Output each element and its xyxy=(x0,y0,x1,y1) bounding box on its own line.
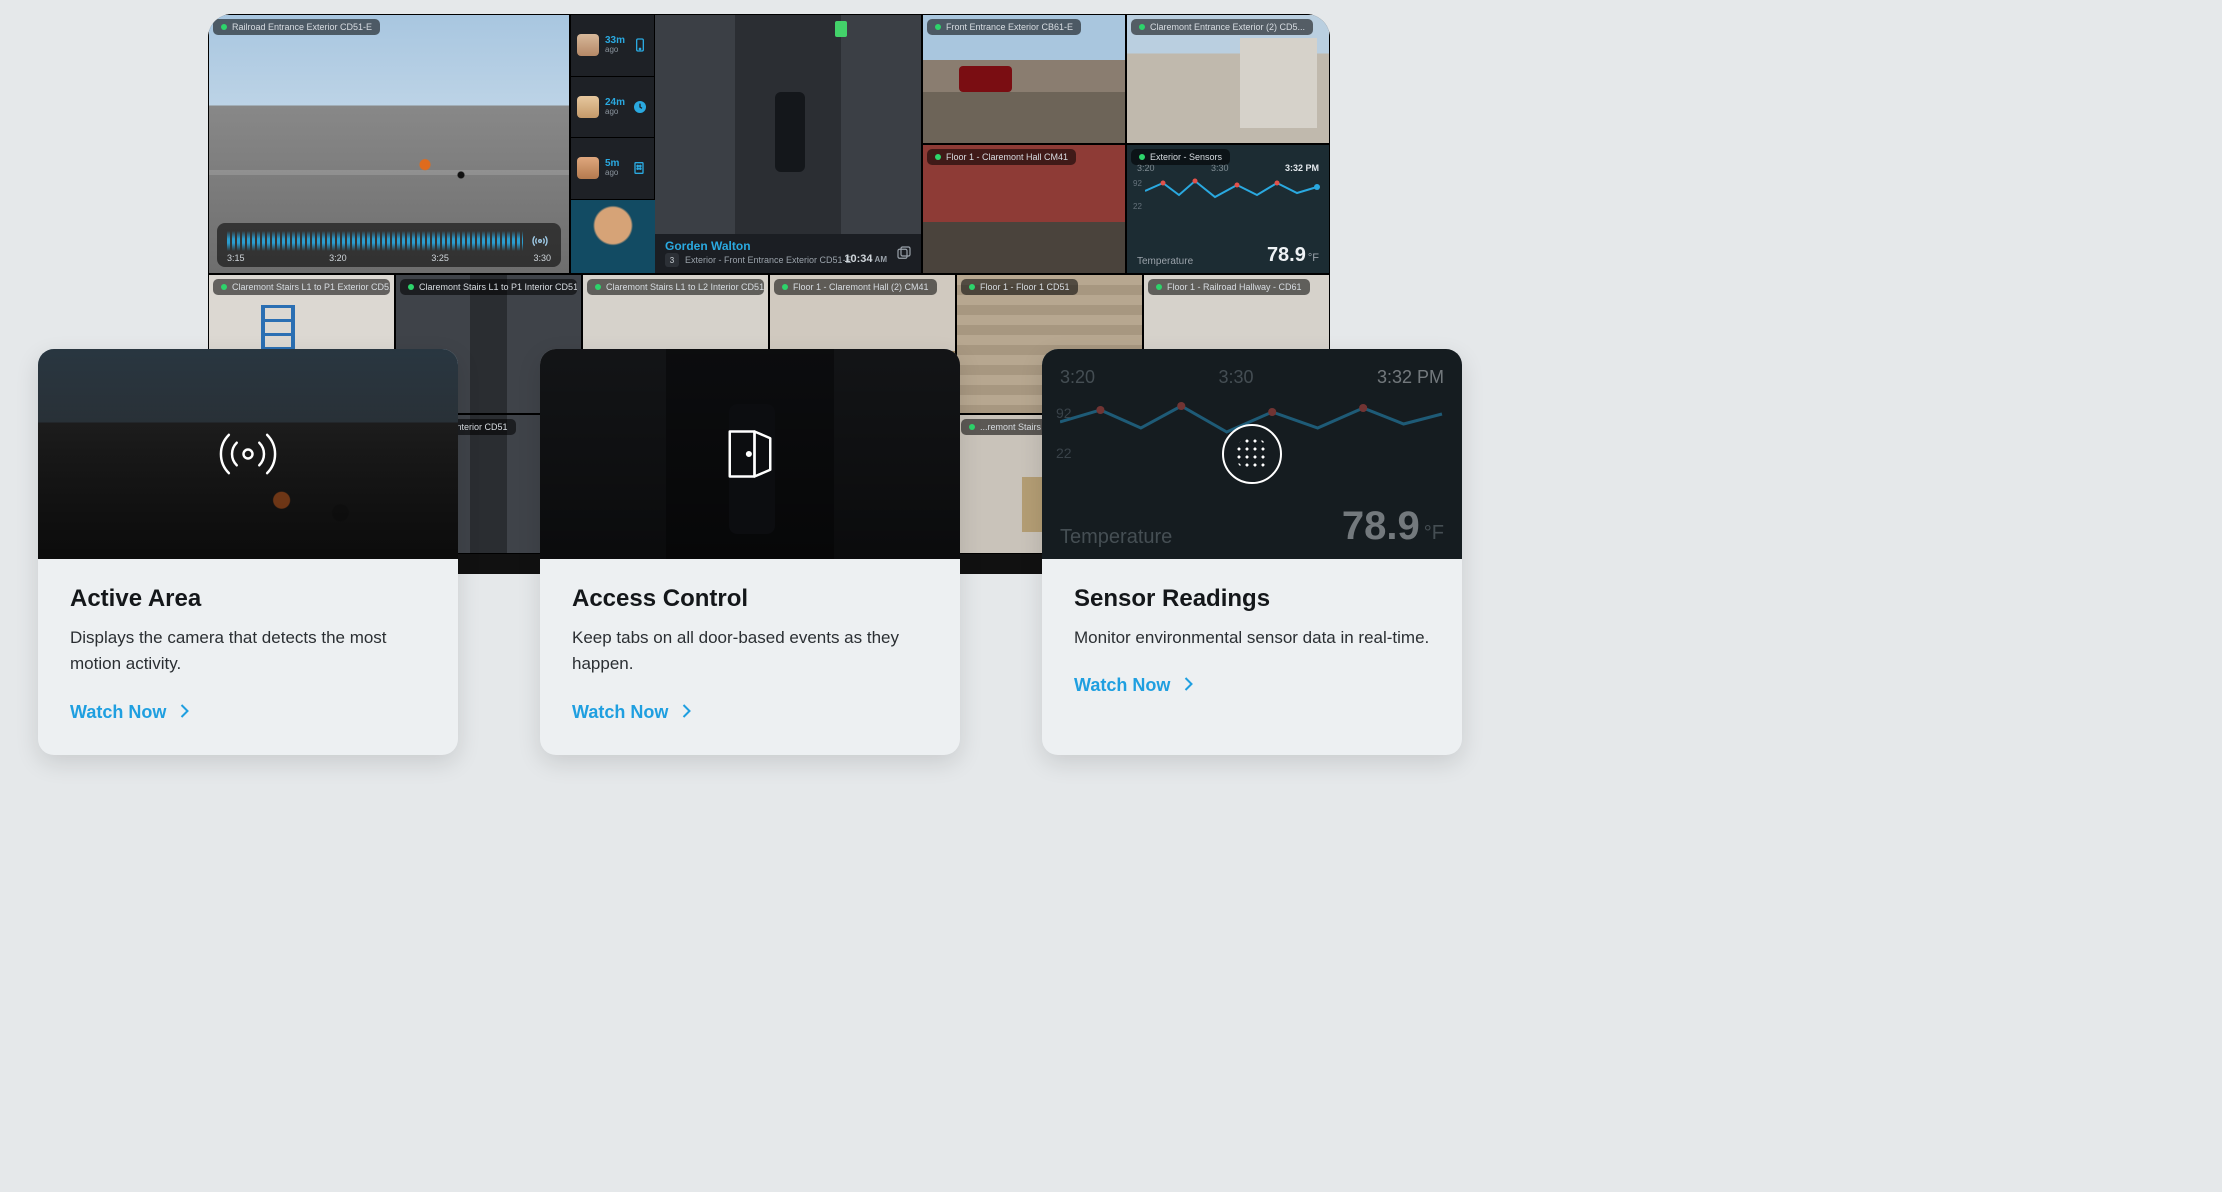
camera-tile-claremont-hall[interactable]: Floor 1 - Claremont Hall CM41 xyxy=(922,144,1126,274)
clock-icon xyxy=(631,98,648,116)
exit-sign-icon xyxy=(835,21,847,37)
camera-label: Floor 1 - Floor 1 CD51 xyxy=(961,279,1078,295)
feature-desc: Monitor environmental sensor data in rea… xyxy=(1074,625,1430,651)
audio-waveform xyxy=(227,231,523,251)
status-dot-icon xyxy=(935,24,941,30)
sensor-metric-label: Temperature xyxy=(1137,256,1193,267)
camera-label-text: Claremont Entrance Exterior (2) CD5... xyxy=(1150,22,1305,32)
sensor-label: Exterior - Sensors xyxy=(1131,149,1230,165)
door-open-icon xyxy=(714,418,786,490)
feature-title: Sensor Readings xyxy=(1074,585,1430,613)
phone-icon xyxy=(631,36,648,54)
avatar xyxy=(577,157,599,179)
camera-label: Claremont Stairs L1 to P1 Interior CD51 xyxy=(400,279,577,295)
access-feed-tile[interactable]: 33m ago 24m ago xyxy=(570,14,922,274)
status-dot-icon xyxy=(782,284,788,290)
camera-label: Floor 1 - Claremont Hall CM41 xyxy=(927,149,1076,165)
watch-now-link[interactable]: Watch Now xyxy=(70,702,189,723)
camera-label-text: Floor 1 - Claremont Hall CM41 xyxy=(946,152,1068,162)
access-count-badge: 3 xyxy=(665,253,679,267)
camera-label-text: Floor 1 - Floor 1 CD51 xyxy=(980,282,1070,292)
feature-hero: 3:20 3:30 3:32 PM 92 22 Temperature 78.9 xyxy=(1042,349,1462,559)
camera-label: Claremont Stairs L1 to P1 Exterior CD51 xyxy=(213,279,390,295)
camera-label: Floor 1 - Railroad Hallway - CD61 xyxy=(1148,279,1310,295)
access-location: Exterior - Front Entrance Exterior CD51-… xyxy=(685,255,852,265)
status-dot-icon xyxy=(1139,24,1145,30)
access-events-list: 33m ago 24m ago xyxy=(571,15,655,273)
status-dot-icon xyxy=(1139,154,1145,160)
broadcast-icon xyxy=(212,418,284,490)
feature-hero xyxy=(38,349,458,559)
camera-label-text: Claremont Stairs L1 to L2 Interior CD51 xyxy=(606,282,764,292)
camera-label: Claremont Entrance Exterior (2) CD5... xyxy=(1131,19,1313,35)
watch-now-link[interactable]: Watch Now xyxy=(572,702,691,723)
feature-card-sensor-readings: 3:20 3:30 3:32 PM 92 22 Temperature 78.9 xyxy=(1042,349,1462,755)
camera-tile-railroad-entrance[interactable]: Railroad Entrance Exterior CD51-E 3:15 3… xyxy=(208,14,570,274)
feature-cards-row: Active Area Displays the camera that det… xyxy=(38,349,1462,755)
sensor-value: 78.9 xyxy=(1267,244,1306,266)
cards-icon[interactable] xyxy=(895,244,913,267)
avatar xyxy=(577,96,599,118)
status-dot-icon xyxy=(408,284,414,290)
feature-card-access-control: Access Control Keep tabs on all door-bas… xyxy=(540,349,960,755)
watch-now-label: Watch Now xyxy=(572,702,668,723)
camera-label-text: Floor 1 - Railroad Hallway - CD61 xyxy=(1167,282,1302,292)
sensor-label-text: Exterior - Sensors xyxy=(1150,152,1222,162)
feature-hero xyxy=(540,349,960,559)
camera-label: Front Entrance Exterior CB61-E xyxy=(927,19,1081,35)
camera-label: Claremont Stairs L1 to L2 Interior CD51 xyxy=(587,279,764,295)
event-ago: ago xyxy=(605,108,625,116)
access-event[interactable]: 24m ago xyxy=(571,77,654,139)
sensor-widget-exterior[interactable]: Exterior - Sensors 3:20 3:30 3:32 PM 92 … xyxy=(1126,144,1330,274)
sensor-unit: °F xyxy=(1308,252,1319,264)
camera-tile-claremont-entrance[interactable]: Claremont Entrance Exterior (2) CD5... xyxy=(1126,14,1330,144)
camera-label: Floor 1 - Claremont Hall (2) CM41 xyxy=(774,279,937,295)
status-dot-icon xyxy=(1156,284,1162,290)
feature-desc: Displays the camera that detects the mos… xyxy=(70,625,426,678)
access-event-time: 10:34AM xyxy=(844,253,887,265)
access-event[interactable]: 5m ago xyxy=(571,138,654,200)
access-person-name: Gorden Walton xyxy=(665,239,911,253)
feature-title: Access Control xyxy=(572,585,928,613)
chevron-right-icon xyxy=(180,702,189,723)
timeline-scrubber[interactable]: 3:15 3:20 3:25 3:30 xyxy=(217,223,561,267)
camera-label-text: Front Entrance Exterior CB61-E xyxy=(946,22,1073,32)
camera-tile-front-entrance[interactable]: Front Entrance Exterior CB61-E xyxy=(922,14,1126,144)
access-person-portrait xyxy=(571,200,655,274)
status-dot-icon xyxy=(595,284,601,290)
keypad-icon xyxy=(630,159,648,177)
status-dot-icon xyxy=(221,24,227,30)
feature-desc: Keep tabs on all door-based events as th… xyxy=(572,625,928,678)
event-ago: ago xyxy=(605,46,625,54)
camera-label: Railroad Entrance Exterior CD51-E xyxy=(213,19,380,35)
event-ago: ago xyxy=(605,169,619,177)
status-dot-icon xyxy=(969,284,975,290)
watch-now-link[interactable]: Watch Now xyxy=(1074,675,1193,696)
watch-now-label: Watch Now xyxy=(1074,675,1170,696)
sensor-icon xyxy=(1222,424,1282,484)
watch-now-label: Watch Now xyxy=(70,702,166,723)
feature-title: Active Area xyxy=(70,585,426,613)
status-dot-icon xyxy=(221,284,227,290)
camera-label-text: Claremont Stairs L1 to P1 Exterior CD51 xyxy=(232,282,390,292)
access-event-detail: Gorden Walton 3 Exterior - Front Entranc… xyxy=(655,234,921,273)
sensor-sparkline xyxy=(1145,173,1321,213)
chevron-right-icon xyxy=(682,702,691,723)
status-dot-icon xyxy=(935,154,941,160)
timeline-ticks: 3:15 3:20 3:25 3:30 xyxy=(227,253,551,263)
broadcast-icon xyxy=(529,233,551,249)
chevron-right-icon xyxy=(1184,675,1193,696)
camera-label-text: Railroad Entrance Exterior CD51-E xyxy=(232,22,372,32)
sensor-y-axis: 92 22 xyxy=(1133,179,1142,211)
access-event[interactable]: 33m ago xyxy=(571,15,654,77)
access-camera-view: Gorden Walton 3 Exterior - Front Entranc… xyxy=(655,15,921,273)
avatar xyxy=(577,34,599,56)
camera-label-text: Floor 1 - Claremont Hall (2) CM41 xyxy=(793,282,929,292)
feature-card-active-area: Active Area Displays the camera that det… xyxy=(38,349,458,755)
camera-label-text: Claremont Stairs L1 to P1 Interior CD51 xyxy=(419,282,577,292)
